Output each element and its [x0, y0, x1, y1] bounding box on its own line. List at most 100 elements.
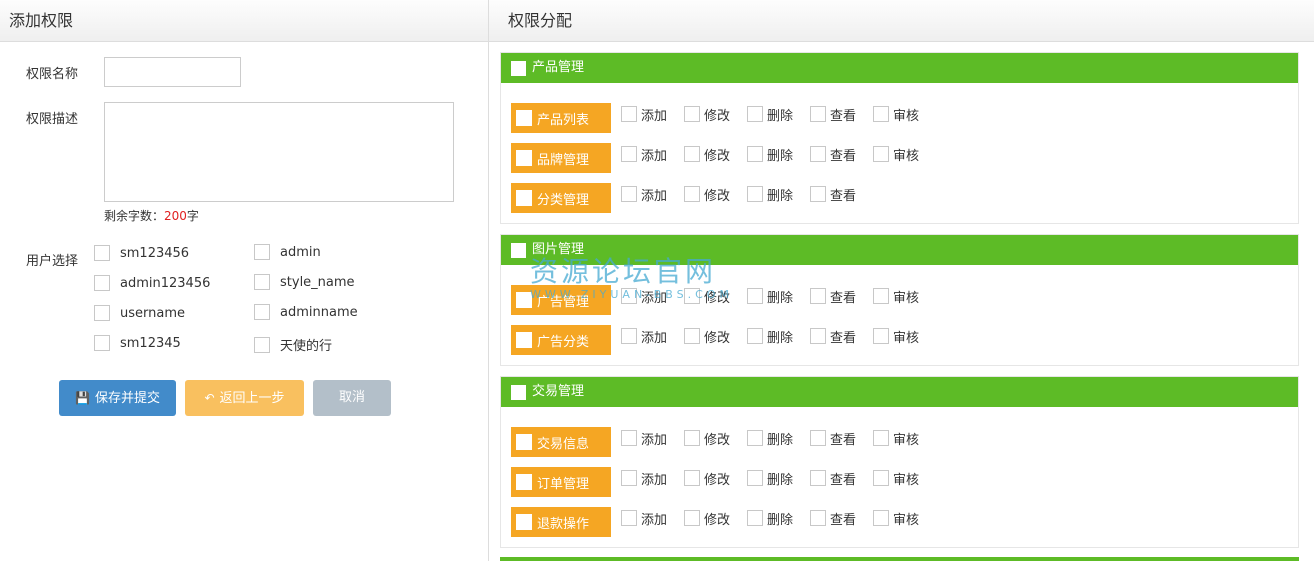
permission-item-checkbox[interactable] [516, 190, 532, 206]
op-option[interactable]: 审核 [873, 287, 926, 306]
op-checkbox[interactable] [810, 430, 826, 446]
op-checkbox[interactable] [810, 106, 826, 122]
op-option[interactable]: 修改 [684, 185, 737, 204]
user-option[interactable]: sm123456 [94, 245, 189, 261]
op-option[interactable]: 修改 [684, 145, 737, 164]
op-checkbox[interactable] [747, 146, 763, 162]
op-checkbox[interactable] [747, 288, 763, 304]
permission-item-checkbox[interactable] [516, 514, 532, 530]
op-checkbox[interactable] [684, 328, 700, 344]
op-checkbox[interactable] [873, 106, 889, 122]
op-option[interactable]: 查看 [810, 145, 863, 164]
permission-item[interactable]: 品牌管理 [511, 143, 611, 173]
op-checkbox[interactable] [621, 328, 637, 344]
op-checkbox[interactable] [747, 106, 763, 122]
op-option[interactable]: 查看 [810, 429, 863, 448]
op-option[interactable]: 添加 [621, 327, 674, 346]
op-option[interactable]: 修改 [684, 429, 737, 448]
op-checkbox[interactable] [747, 510, 763, 526]
permission-item[interactable]: 退款操作 [511, 507, 611, 537]
op-option[interactable]: 查看 [810, 287, 863, 306]
op-checkbox[interactable] [810, 288, 826, 304]
op-checkbox[interactable] [621, 288, 637, 304]
user-option[interactable]: username [94, 305, 185, 321]
user-option[interactable]: adminname [254, 304, 358, 320]
op-checkbox[interactable] [810, 186, 826, 202]
op-option[interactable]: 删除 [747, 145, 800, 164]
permission-item[interactable]: 广告管理 [511, 285, 611, 315]
op-checkbox[interactable] [684, 146, 700, 162]
permission-item-checkbox[interactable] [516, 292, 532, 308]
user-checkbox[interactable] [254, 274, 270, 290]
user-checkbox[interactable] [94, 335, 110, 351]
permission-desc-textarea[interactable] [104, 102, 454, 202]
op-checkbox[interactable] [621, 186, 637, 202]
op-checkbox[interactable] [747, 470, 763, 486]
op-option[interactable]: 查看 [810, 327, 863, 346]
op-checkbox[interactable] [747, 328, 763, 344]
save-submit-button[interactable]: 💾 保存并提交 [59, 380, 176, 416]
op-option[interactable]: 删除 [747, 105, 800, 124]
op-option[interactable]: 添加 [621, 185, 674, 204]
section-checkbox[interactable] [511, 384, 526, 400]
op-option[interactable]: 添加 [621, 469, 674, 488]
op-checkbox[interactable] [873, 430, 889, 446]
op-checkbox[interactable] [621, 430, 637, 446]
section-checkbox[interactable] [511, 60, 526, 76]
op-checkbox[interactable] [747, 186, 763, 202]
op-checkbox[interactable] [873, 146, 889, 162]
op-option[interactable]: 删除 [747, 287, 800, 306]
op-option[interactable]: 审核 [873, 469, 926, 488]
user-checkbox[interactable] [254, 244, 270, 260]
op-option[interactable]: 修改 [684, 287, 737, 306]
op-checkbox[interactable] [810, 510, 826, 526]
op-option[interactable]: 查看 [810, 185, 863, 204]
user-option[interactable]: sm12345 [94, 335, 181, 351]
op-checkbox[interactable] [621, 146, 637, 162]
cancel-button[interactable]: 取消 [313, 380, 391, 416]
go-back-button[interactable]: ↶ 返回上一步 [185, 380, 304, 416]
op-checkbox[interactable] [873, 510, 889, 526]
permission-name-input[interactable] [104, 57, 241, 87]
op-option[interactable]: 查看 [810, 469, 863, 488]
op-checkbox[interactable] [810, 146, 826, 162]
user-checkbox[interactable] [254, 336, 270, 353]
permission-item-checkbox[interactable] [516, 110, 532, 126]
op-checkbox[interactable] [873, 470, 889, 486]
permission-item-checkbox[interactable] [516, 434, 532, 450]
user-checkbox[interactable] [94, 305, 110, 321]
user-option[interactable]: admin [254, 244, 321, 260]
section-header[interactable]: 图片管理 [501, 235, 1298, 265]
user-option[interactable]: style_name [254, 274, 355, 290]
op-option[interactable]: 修改 [684, 105, 737, 124]
op-checkbox[interactable] [873, 328, 889, 344]
op-option[interactable]: 删除 [747, 429, 800, 448]
op-checkbox[interactable] [873, 288, 889, 304]
op-checkbox[interactable] [684, 430, 700, 446]
op-option[interactable]: 删除 [747, 469, 800, 488]
op-option[interactable]: 添加 [621, 429, 674, 448]
permission-item-checkbox[interactable] [516, 150, 532, 166]
op-option[interactable]: 审核 [873, 105, 926, 124]
permission-item-checkbox[interactable] [516, 474, 532, 490]
user-checkbox[interactable] [254, 304, 270, 320]
permission-item[interactable]: 产品列表 [511, 103, 611, 133]
op-checkbox[interactable] [621, 106, 637, 122]
op-option[interactable]: 查看 [810, 509, 863, 528]
op-checkbox[interactable] [747, 430, 763, 446]
op-option[interactable]: 添加 [621, 145, 674, 164]
op-checkbox[interactable] [621, 470, 637, 486]
op-option[interactable]: 添加 [621, 105, 674, 124]
permission-item[interactable]: 广告分类 [511, 325, 611, 355]
permission-item[interactable]: 订单管理 [511, 467, 611, 497]
op-checkbox[interactable] [810, 328, 826, 344]
permission-item-checkbox[interactable] [516, 332, 532, 348]
permission-item[interactable]: 分类管理 [511, 183, 611, 213]
op-checkbox[interactable] [684, 186, 700, 202]
op-checkbox[interactable] [810, 470, 826, 486]
user-checkbox[interactable] [94, 245, 110, 261]
op-option[interactable]: 添加 [621, 287, 674, 306]
op-option[interactable]: 审核 [873, 327, 926, 346]
user-option[interactable]: admin123456 [94, 275, 210, 291]
user-checkbox[interactable] [94, 275, 110, 291]
